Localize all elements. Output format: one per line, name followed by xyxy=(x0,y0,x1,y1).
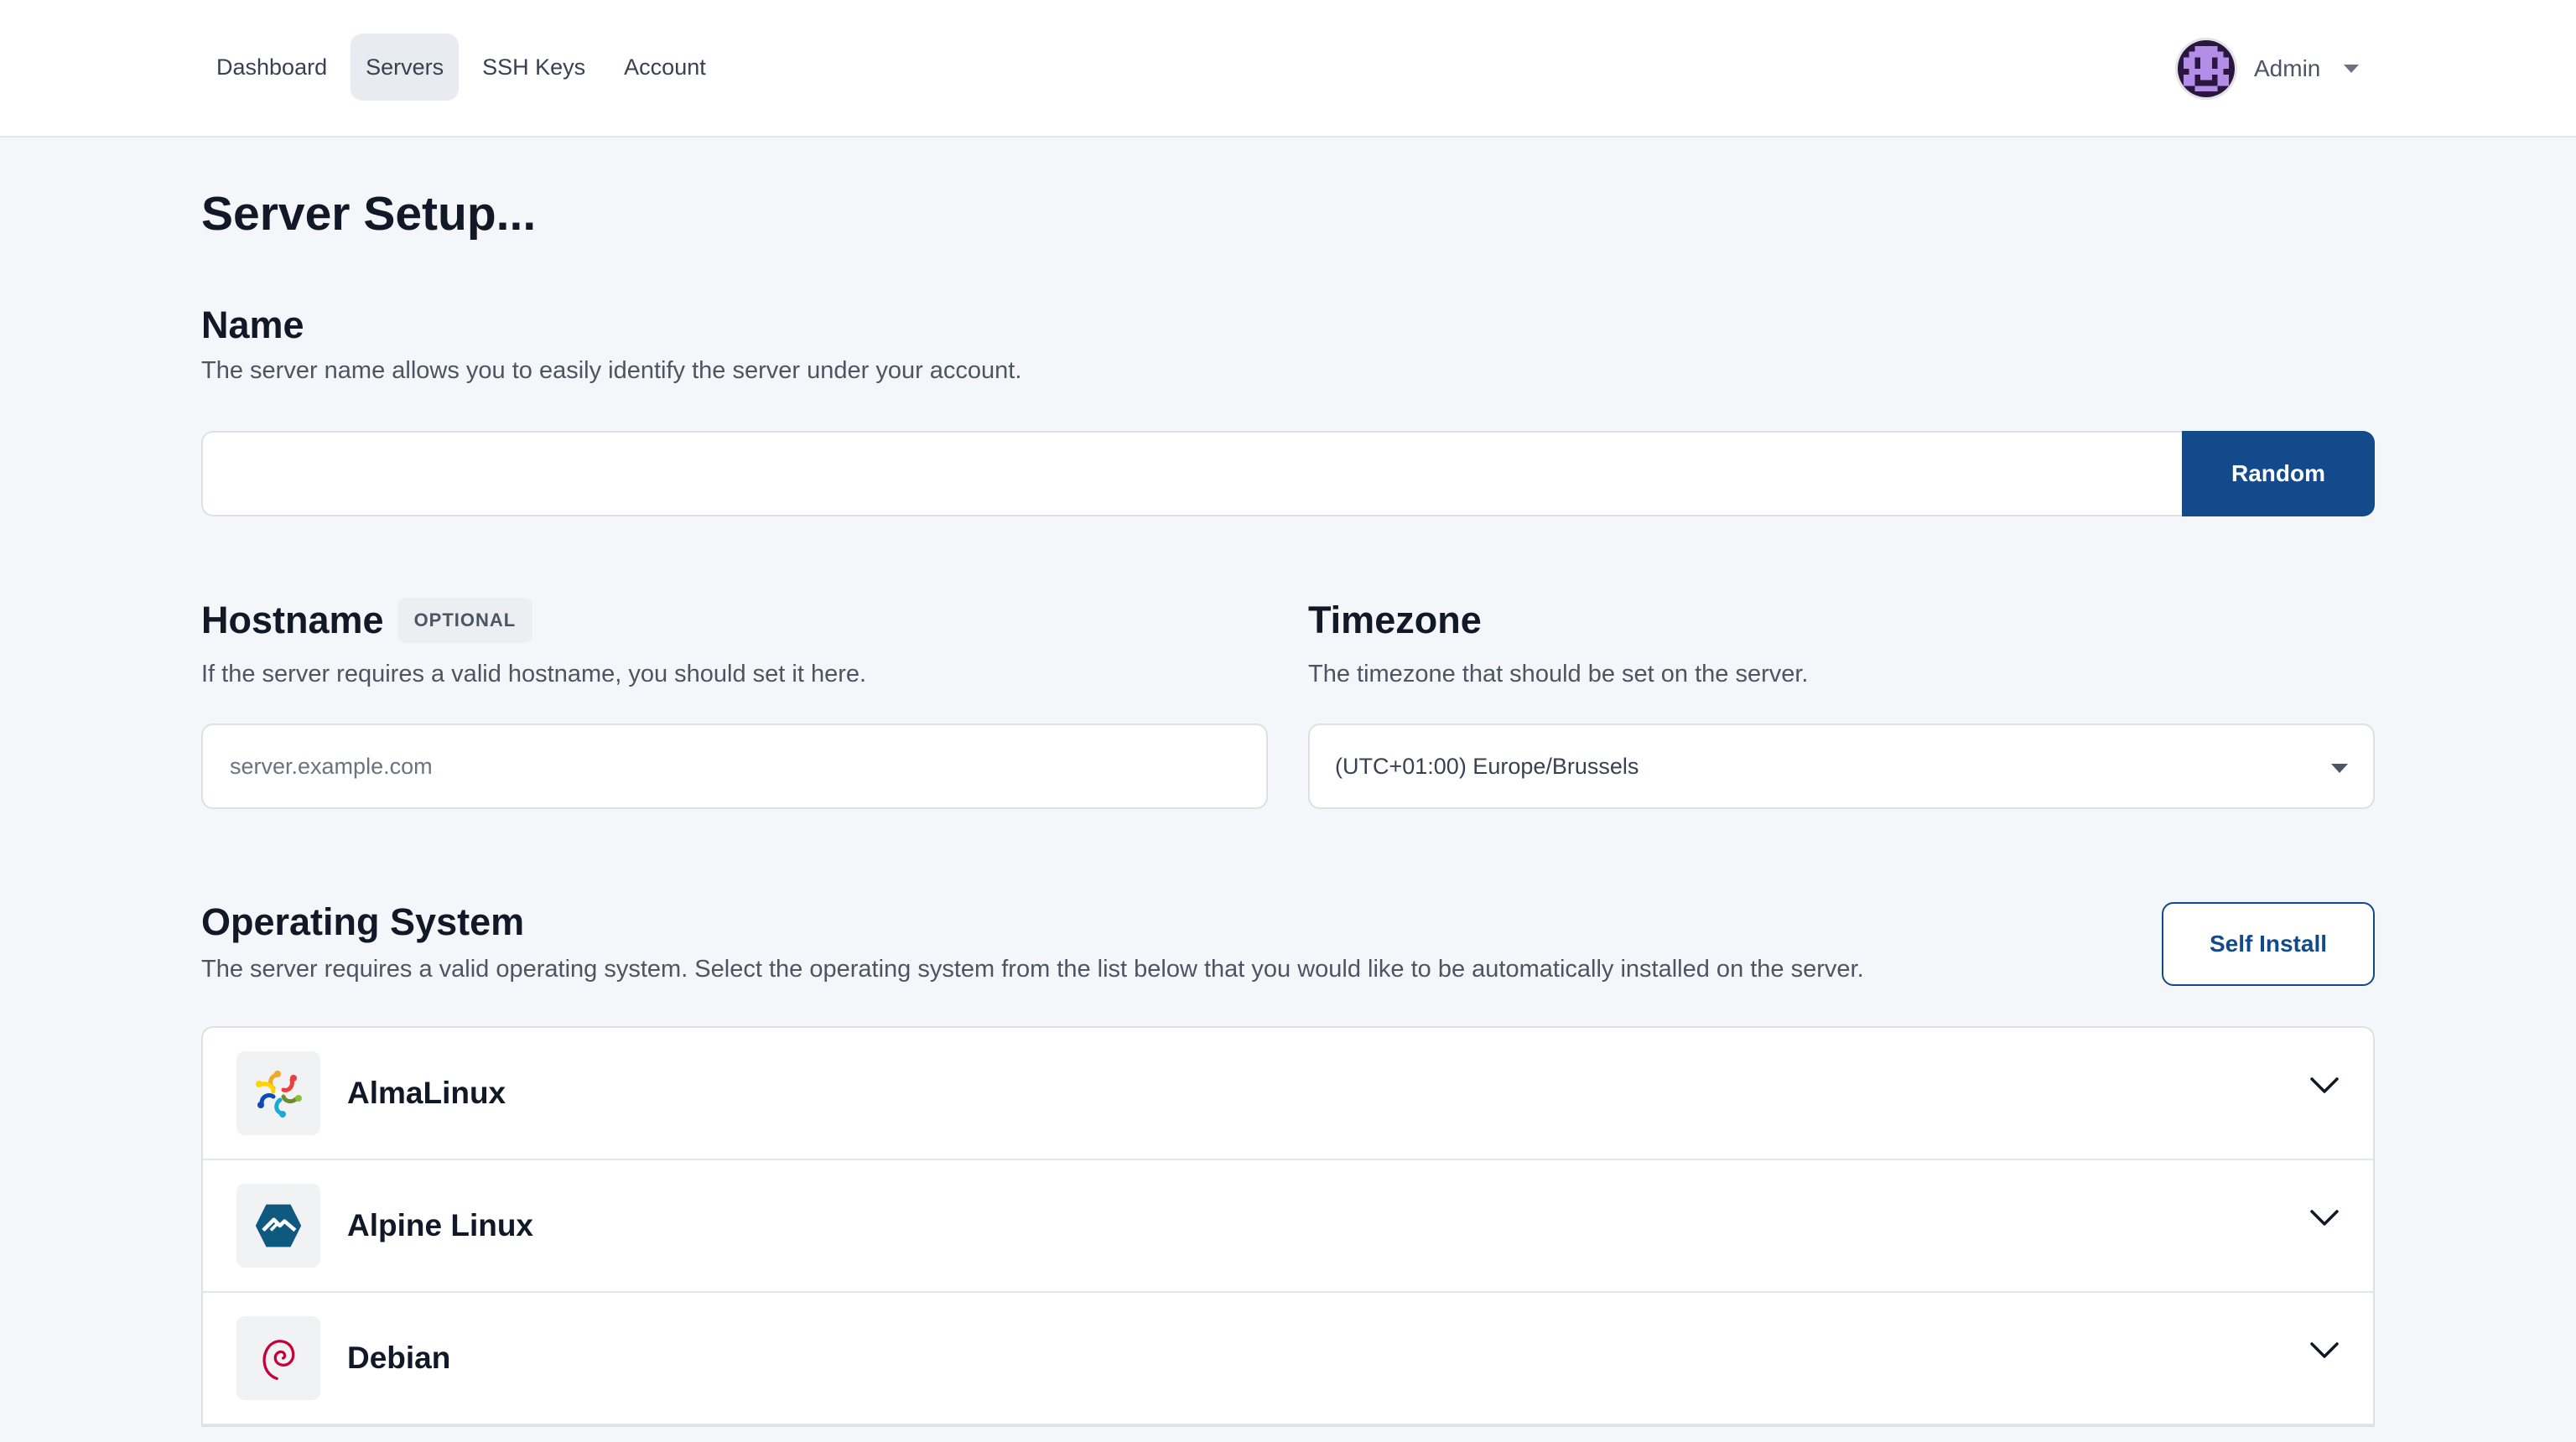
chevron-down-icon xyxy=(2310,1342,2339,1358)
os-list: AlmaLinux Alpine Linux Debian xyxy=(201,1026,2375,1427)
os-name: Alpine Linux xyxy=(347,1208,533,1242)
name-description: The server name allows you to easily ide… xyxy=(201,357,1022,384)
main-nav: Dashboard Servers SSH Keys Account xyxy=(201,34,721,101)
os-heading: Operating System xyxy=(201,900,525,943)
caret-down-icon xyxy=(2331,764,2348,773)
nav-item-ssh-keys[interactable]: SSH Keys xyxy=(467,34,600,101)
os-section: Operating System The server requires a v… xyxy=(201,895,2375,986)
os-name: Debian xyxy=(347,1341,451,1375)
caret-down-icon xyxy=(2344,65,2360,73)
timezone-select[interactable]: (UTC+01:00) Europe/Brussels xyxy=(1308,724,2375,809)
random-name-button[interactable]: Random xyxy=(2182,431,2375,516)
pixel-avatar-icon xyxy=(2178,40,2235,97)
nav-item-dashboard[interactable]: Dashboard xyxy=(201,34,342,101)
user-name: Admin xyxy=(2254,55,2321,81)
timezone-selected-value: (UTC+01:00) Europe/Brussels xyxy=(1335,753,1639,779)
timezone-description: The timezone that should be set on the s… xyxy=(1308,661,1809,687)
os-item-debian[interactable]: Debian xyxy=(203,1293,2373,1425)
name-section: Name The server name allows you to easil… xyxy=(201,302,1021,385)
user-menu[interactable]: Admin xyxy=(2175,37,2360,101)
os-description: The server requires a valid operating sy… xyxy=(201,956,1864,983)
os-logo xyxy=(236,1184,320,1268)
page-title: Server Setup... xyxy=(201,187,537,241)
hostname-field xyxy=(201,724,1268,809)
self-install-button[interactable]: Self Install xyxy=(2162,902,2375,986)
debian-icon xyxy=(262,1340,295,1381)
top-navigation-bar: Dashboard Servers SSH Keys Account Admin xyxy=(0,0,2576,137)
nav-item-servers[interactable]: Servers xyxy=(351,34,460,101)
almalinux-icon xyxy=(256,1071,302,1118)
os-logo xyxy=(236,1316,320,1400)
optional-badge: OPTIONAL xyxy=(397,598,533,643)
hostname-section: Hostname OPTIONAL If the server requires… xyxy=(201,590,1268,809)
os-item-almalinux[interactable]: AlmaLinux xyxy=(203,1028,2373,1160)
nav-item-account[interactable]: Account xyxy=(609,34,721,101)
server-name-input[interactable] xyxy=(201,431,2182,516)
os-logo xyxy=(236,1051,320,1135)
chevron-down-icon xyxy=(2310,1077,2339,1093)
timezone-section: Timezone The timezone that should be set… xyxy=(1308,590,2375,809)
hostname-description: If the server requires a valid hostname,… xyxy=(201,661,867,687)
chevron-down-icon xyxy=(2310,1210,2339,1226)
os-name: AlmaLinux xyxy=(347,1076,506,1110)
alpine-icon xyxy=(255,1204,302,1247)
os-item-alpine-linux[interactable]: Alpine Linux xyxy=(203,1160,2373,1293)
timezone-heading: Timezone xyxy=(1308,599,1482,641)
hostname-heading: Hostname xyxy=(201,599,384,641)
name-heading: Name xyxy=(201,303,304,346)
avatar xyxy=(2175,38,2237,100)
name-input-group: Random xyxy=(201,431,2375,516)
hostname-input[interactable] xyxy=(203,725,1266,807)
